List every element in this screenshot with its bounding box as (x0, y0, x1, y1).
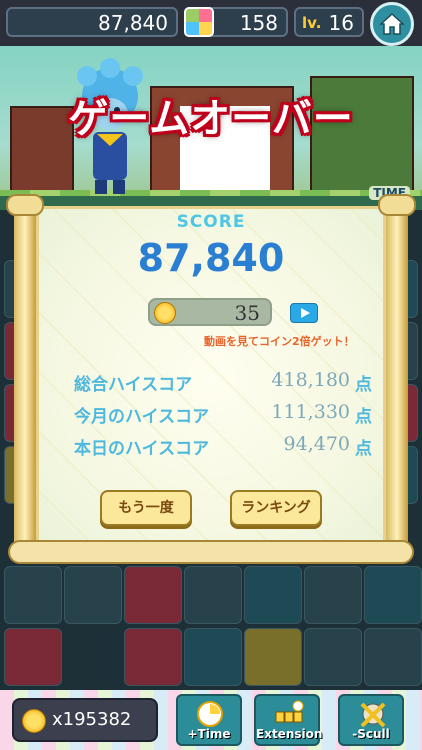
skull-icon (360, 702, 386, 728)
board-tile (124, 566, 182, 624)
board-tile (184, 566, 242, 624)
gem-display: 158 (184, 7, 288, 37)
board-tile (4, 566, 62, 624)
coin-icon (22, 709, 46, 733)
high-score-label: 今月のハイスコア (74, 407, 210, 427)
board-tile (124, 628, 182, 686)
high-score-value: 111,330 (271, 401, 350, 423)
high-score-value: 418,180 (271, 369, 350, 391)
high-score-unit: 点 (355, 439, 372, 459)
coin-total: x195382 (52, 709, 132, 730)
level-number: 16 (328, 11, 354, 35)
video-bonus-note: 動画を見てコイン2倍ゲット！ (204, 335, 355, 348)
high-score-label: 本日のハイスコア (74, 439, 210, 459)
time-item-button[interactable]: +Time (176, 694, 242, 746)
gem-icon (184, 7, 214, 37)
clock-icon (197, 701, 223, 727)
extension-item-label: Extension (256, 727, 323, 741)
coin-icon (154, 302, 176, 324)
board-tile (64, 566, 122, 624)
score-display: 87,840 (6, 7, 178, 37)
score-label: SCORE (176, 212, 246, 232)
level-display: lv. 16 (294, 7, 364, 37)
high-score-row-today: 本日のハイスコア 94,470 点 (74, 432, 374, 460)
game-over-title: ゲームオーバー (68, 96, 354, 142)
watch-video-button[interactable] (290, 303, 318, 323)
high-score-value: 94,470 (283, 433, 350, 455)
high-score-unit: 点 (355, 407, 372, 427)
board-tile (244, 566, 302, 624)
game-scene: ゲームオーバー (0, 46, 422, 210)
final-score: 87,840 (137, 236, 285, 280)
level-prefix: lv. (302, 14, 322, 32)
board-tile (364, 628, 422, 686)
home-icon (379, 12, 405, 35)
extension-icon (275, 700, 304, 723)
bottom-bar: x195382 +Time Extension -Scull (0, 690, 422, 750)
scull-item-label: -Scull (352, 727, 390, 741)
top-status-bar: 87,840 158 lv. 16 (0, 0, 422, 46)
board-tile (4, 628, 62, 686)
board-tile (364, 566, 422, 624)
coin-balance: x195382 (12, 698, 158, 742)
retry-button[interactable]: もう一度 (100, 490, 192, 526)
gem-count: 158 (239, 11, 278, 35)
home-button[interactable] (370, 2, 414, 46)
extension-item-button[interactable]: Extension (254, 694, 323, 746)
board-tile (304, 566, 362, 624)
time-item-label: +Time (187, 727, 231, 741)
ranking-button[interactable]: ランキング (230, 490, 322, 526)
panel-base (8, 540, 414, 564)
board-tile (184, 628, 242, 686)
coins-earned-bar: 35 (148, 298, 272, 326)
header-score: 87,840 (98, 11, 168, 35)
board-tile (304, 628, 362, 686)
coins-earned: 35 (234, 301, 260, 325)
result-panel: SCORE 87,840 35 動画を見てコイン2倍ゲット！ 総合ハイスコア 4… (6, 194, 416, 570)
scull-item-button[interactable]: -Scull (338, 694, 404, 746)
high-score-row-month: 今月のハイスコア 111,330 点 (74, 400, 374, 428)
high-score-label: 総合ハイスコア (74, 375, 193, 395)
board-tile (244, 628, 302, 686)
high-score-unit: 点 (355, 375, 372, 395)
high-score-row-total: 総合ハイスコア 418,180 点 (74, 368, 374, 396)
